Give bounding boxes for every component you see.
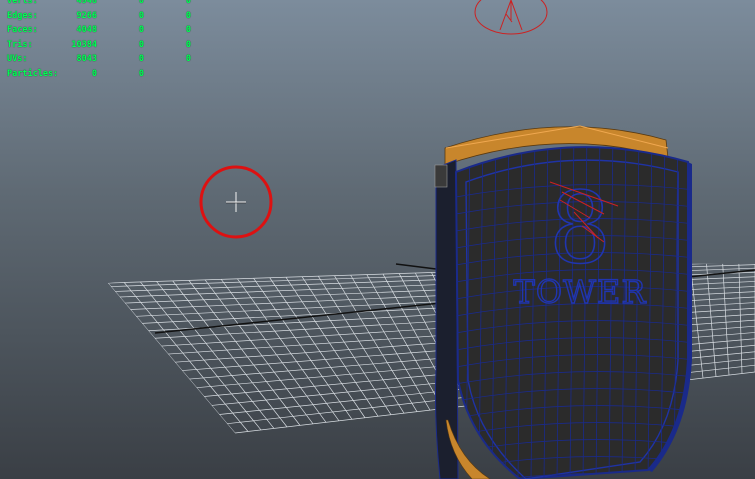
3d-viewport[interactable]: 8 TOWER Verts: 4948 0 0 Edges: 9266 0 0 … — [0, 0, 755, 479]
move-cursor-icon[interactable] — [199, 165, 273, 239]
hud-value: 0 — [185, 39, 191, 50]
hud-value: 0 — [185, 0, 191, 6]
grid-line — [253, 278, 353, 420]
hud-value: 0 — [138, 68, 144, 79]
hud-value: 0 — [138, 39, 144, 50]
grid-line — [204, 279, 314, 425]
hud-row-faces: Faces: 4048 0 0 — [7, 23, 197, 38]
hud-label: UVs: — [7, 54, 28, 64]
grid-line — [706, 263, 717, 377]
shield-model[interactable]: 8 TOWER — [434, 125, 695, 479]
hud-label: Edges: — [7, 10, 38, 21]
shield-number: 8 — [549, 172, 611, 286]
grid-line — [689, 264, 704, 379]
hud-label: Faces: — [7, 25, 38, 35]
hud-row-tris: Tris: 10384 0 0 — [7, 38, 197, 53]
spot-light-icon[interactable] — [474, 0, 548, 35]
hud-value: 4948 — [76, 0, 97, 6]
grid-line — [188, 280, 301, 426]
hud-row-particles: Particles: 0 0 — [7, 67, 197, 82]
hud-value: 0 — [138, 10, 144, 21]
grid-line — [156, 281, 275, 429]
hud-value: 0 — [185, 25, 191, 35]
hud-label: Verts: — [7, 0, 38, 6]
grid-line — [722, 263, 730, 376]
hud-value: 0 — [138, 54, 144, 64]
hud-value: 10384 — [71, 39, 97, 50]
hud-value: 0 — [91, 68, 97, 79]
grid-line — [301, 276, 392, 415]
grid-line — [350, 274, 431, 411]
grid-line — [237, 278, 340, 422]
hud-value: 0 — [185, 54, 191, 64]
poly-count-hud: Verts: 4948 0 0 Edges: 9266 0 0 Faces: 4… — [7, 0, 197, 81]
hud-value: 8043 — [76, 54, 97, 64]
shield-tower-text: TOWER — [514, 273, 647, 311]
grid-line — [172, 280, 288, 428]
hud-row-verts: Verts: 4948 0 0 — [7, 0, 197, 9]
hud-value: 0 — [138, 0, 144, 6]
hud-row-edges: Edges: 9266 0 0 — [7, 9, 197, 24]
hud-label: Tris: — [7, 39, 33, 50]
hud-value: 9266 — [76, 10, 97, 21]
hud-value: 4048 — [76, 25, 97, 35]
hud-row-uvs: UVs: 8043 0 0 — [7, 52, 197, 67]
grid-line — [269, 277, 366, 418]
hud-label: Particles: — [7, 68, 59, 79]
grid-line — [738, 263, 743, 374]
hud-value: 0 — [138, 25, 144, 35]
hud-value: 0 — [185, 10, 191, 21]
grid-line — [366, 274, 444, 409]
